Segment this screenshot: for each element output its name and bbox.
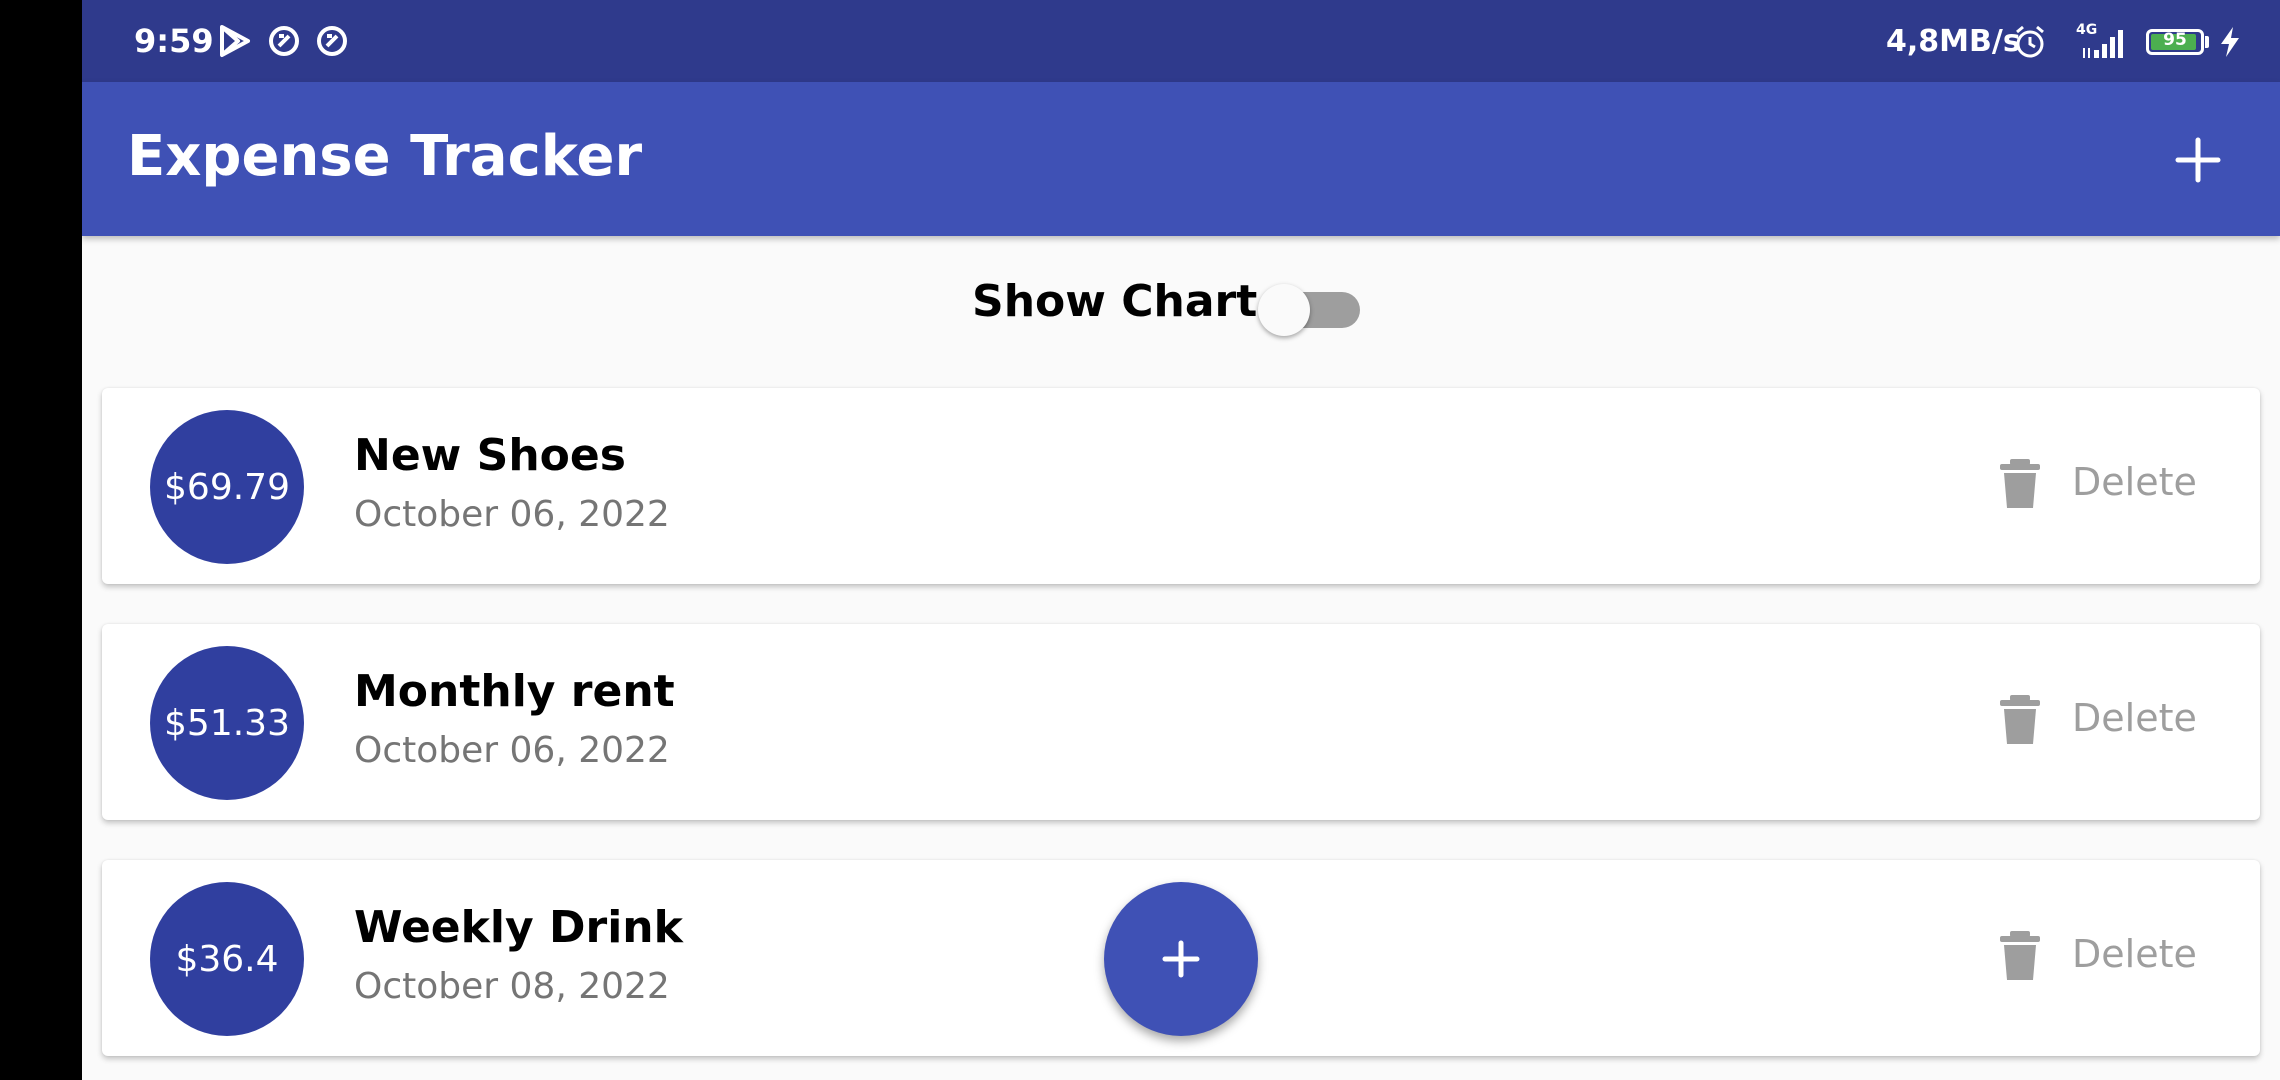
show-chart-switch[interactable]	[1258, 282, 1362, 338]
trash-icon	[2000, 459, 2040, 508]
transaction-amount: $51.33	[164, 702, 290, 744]
amount-avatar: $69.79	[150, 410, 304, 564]
transaction-title: New Shoes	[354, 430, 626, 481]
plus-icon[interactable]	[2172, 134, 2224, 186]
delete-button[interactable]: Delete	[1992, 450, 2242, 520]
transaction-date: October 06, 2022	[354, 730, 670, 771]
transaction-card: $51.33 Monthly rent October 06, 2022 Del…	[102, 624, 2260, 820]
switch-thumb	[1258, 284, 1310, 336]
show-chart-row: Show Chart	[82, 262, 2280, 344]
charging-icon	[2221, 27, 2239, 57]
battery-tip	[2205, 36, 2209, 48]
vpn-icon	[317, 26, 347, 56]
network-speed: 4,8MB/s	[1886, 24, 2021, 59]
transaction-date: October 08, 2022	[354, 966, 670, 1007]
transaction-card: $69.79 New Shoes October 06, 2022 Delete	[102, 388, 2260, 584]
plus-icon	[1162, 940, 1200, 978]
amount-avatar: $51.33	[150, 646, 304, 800]
delete-button[interactable]: Delete	[1992, 686, 2242, 756]
show-chart-label: Show Chart	[972, 276, 1258, 327]
battery-level: 95	[2163, 30, 2187, 50]
status-bar: 9:59 4,8MB/s 4G 95	[82, 0, 2280, 82]
transaction-amount: $36.4	[175, 938, 279, 980]
app-title: Expense Tracker	[127, 124, 643, 189]
alarm-icon	[2016, 25, 2044, 58]
transaction-date: October 06, 2022	[354, 494, 670, 535]
delete-button[interactable]: Delete	[1992, 922, 2242, 992]
delete-label: Delete	[2072, 932, 2197, 976]
delete-label: Delete	[2072, 460, 2197, 504]
vpn-icon	[269, 26, 299, 56]
status-time: 9:59	[134, 22, 214, 60]
transaction-title: Weekly Drink	[354, 902, 683, 953]
trash-icon	[2000, 695, 2040, 744]
battery-icon: 95	[2146, 29, 2204, 55]
trash-icon	[2000, 931, 2040, 980]
app-bar: Expense Tracker	[82, 82, 2280, 236]
transaction-amount: $69.79	[164, 466, 290, 508]
signal-icon	[2083, 30, 2123, 58]
transaction-title: Monthly rent	[354, 666, 675, 717]
amount-avatar: $36.4	[150, 882, 304, 1036]
play-store-icon	[220, 25, 250, 57]
add-transaction-fab[interactable]	[1104, 882, 1258, 1036]
delete-label: Delete	[2072, 696, 2197, 740]
app-screen: 9:59 4,8MB/s 4G 95 Expense Tracker Show …	[82, 0, 2280, 1080]
left-screen-edge	[0, 0, 82, 1080]
